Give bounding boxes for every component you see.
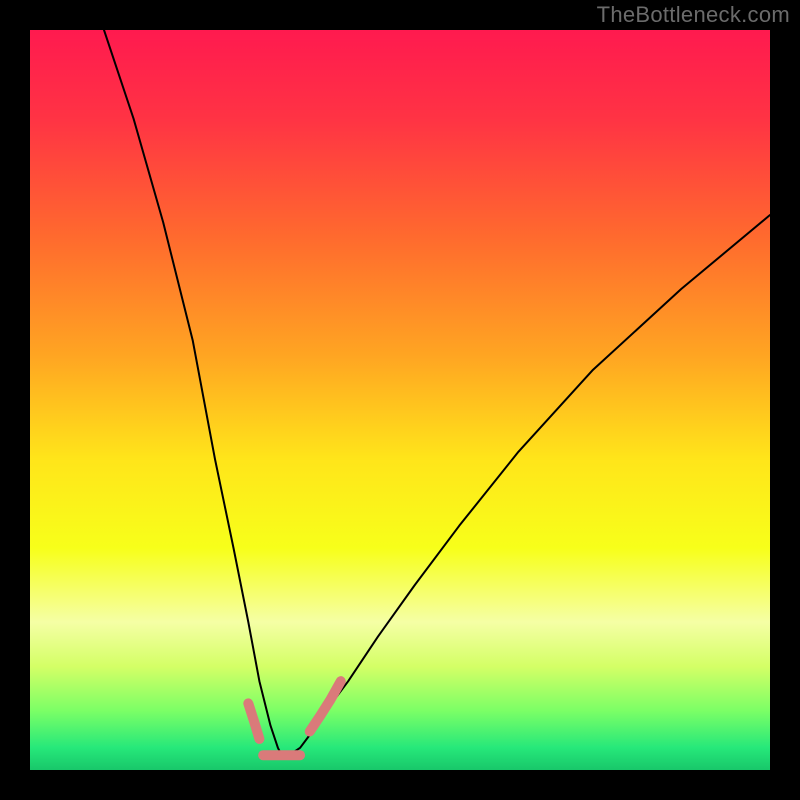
chart-area: [30, 30, 770, 770]
chart-background: [30, 30, 770, 770]
chart-svg: [30, 30, 770, 770]
app-frame: TheBottleneck.com: [0, 0, 800, 800]
watermark-text: TheBottleneck.com: [597, 2, 790, 28]
